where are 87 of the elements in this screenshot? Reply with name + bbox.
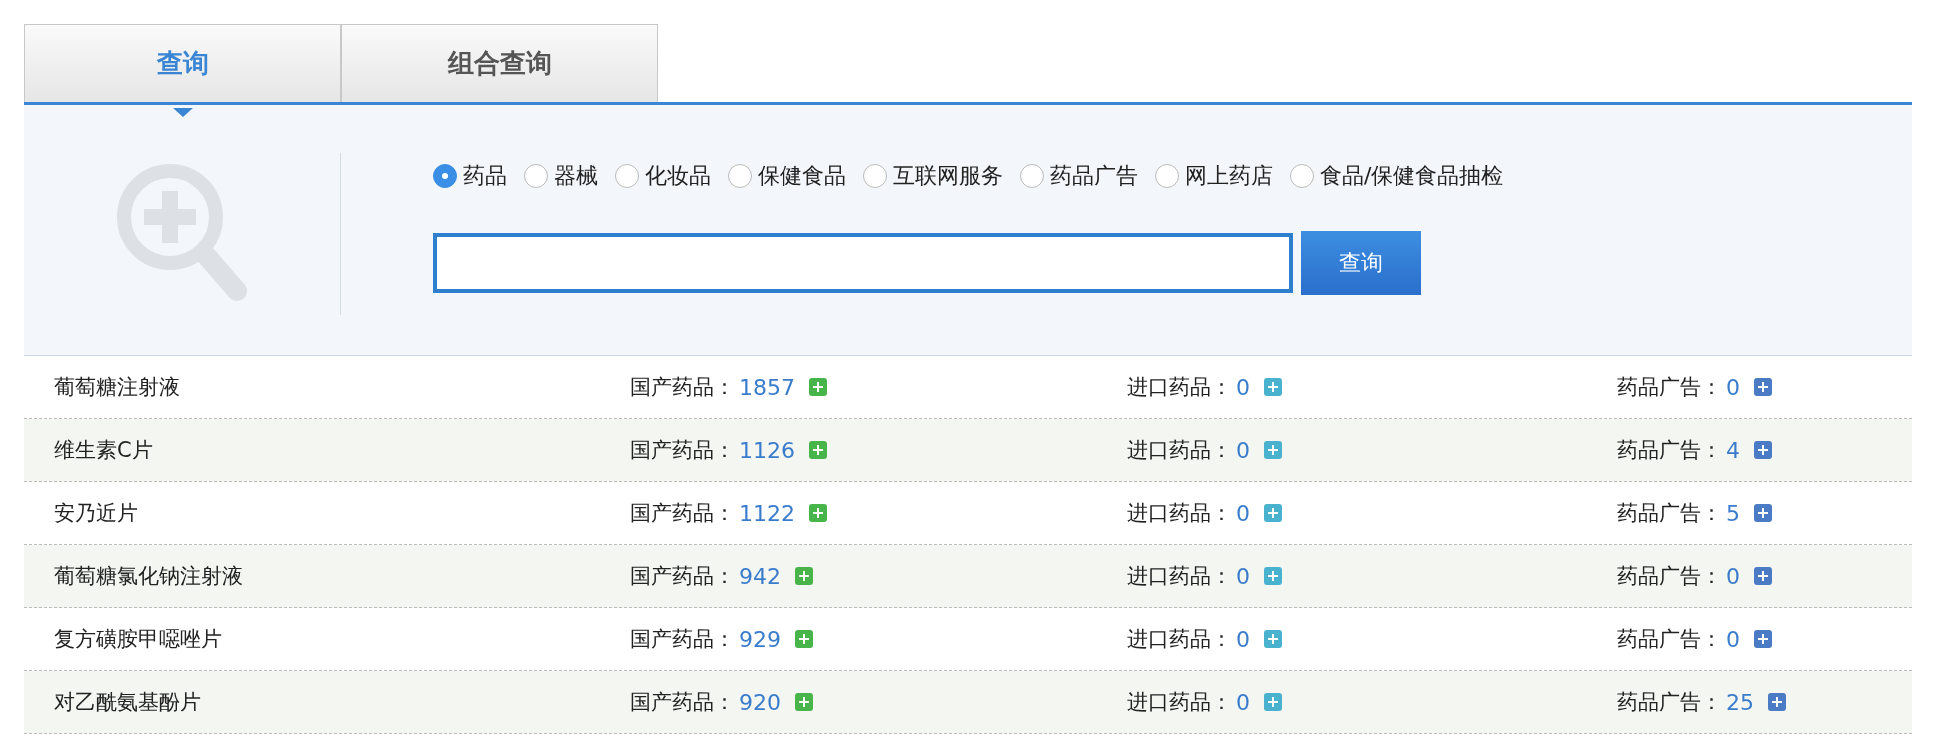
plus-icon[interactable] [795, 693, 813, 711]
radio-button[interactable] [1155, 164, 1179, 188]
radio-button[interactable] [728, 164, 752, 188]
drug-name: 对乙酰氨基酚片 [54, 689, 202, 716]
plus-icon[interactable] [1754, 504, 1772, 522]
plus-icon[interactable] [1264, 441, 1282, 459]
category-radio[interactable]: 药品 [433, 161, 507, 191]
category-radio[interactable]: 网上药店 [1155, 161, 1273, 191]
category-radio[interactable]: 互联网服务 [863, 161, 1003, 191]
ad-label: 药品广告： [1617, 689, 1722, 716]
radio-label: 化妆品 [645, 162, 711, 190]
radio-button[interactable] [524, 164, 548, 188]
domestic-count[interactable]: 920 [739, 689, 781, 715]
domestic-label: 国产药品： [630, 500, 735, 527]
plus-icon[interactable] [1754, 378, 1772, 396]
plus-icon[interactable] [1264, 693, 1282, 711]
plus-icon[interactable] [1264, 567, 1282, 585]
import-count[interactable]: 0 [1236, 563, 1250, 589]
ad-count[interactable]: 0 [1726, 626, 1740, 652]
import-label: 进口药品： [1127, 563, 1232, 590]
radio-label: 网上药店 [1185, 162, 1273, 190]
plus-icon[interactable] [809, 378, 827, 396]
drug-name: 安乃近片 [54, 500, 139, 527]
ad-label: 药品广告： [1617, 626, 1722, 653]
plus-icon[interactable] [1264, 504, 1282, 522]
import-label: 进口药品： [1127, 437, 1232, 464]
search-field[interactable] [433, 233, 1293, 293]
import-label: 进口药品： [1127, 689, 1232, 716]
plus-icon[interactable] [1754, 441, 1772, 459]
import-count[interactable]: 0 [1236, 626, 1250, 652]
import-label: 进口药品： [1127, 500, 1232, 527]
drug-name: 维生素C片 [54, 437, 154, 464]
plus-icon[interactable] [809, 441, 827, 459]
plus-icon[interactable] [795, 630, 813, 648]
radio-label: 药品广告 [1050, 162, 1138, 190]
ad-label: 药品广告： [1617, 563, 1722, 590]
domestic-label: 国产药品： [630, 374, 735, 401]
plus-icon[interactable] [795, 567, 813, 585]
radio-label: 互联网服务 [893, 162, 1003, 190]
ad-count[interactable]: 25 [1726, 689, 1754, 715]
ad-count[interactable]: 0 [1726, 374, 1740, 400]
import-count[interactable]: 0 [1236, 500, 1250, 526]
ad-count[interactable]: 4 [1726, 437, 1740, 463]
plus-icon[interactable] [1754, 567, 1772, 585]
domestic-count[interactable]: 929 [739, 626, 781, 652]
radio-button[interactable] [615, 164, 639, 188]
ad-label: 药品广告： [1617, 500, 1722, 527]
radio-label: 保健食品 [758, 162, 846, 190]
ad-count[interactable]: 5 [1726, 500, 1740, 526]
domestic-count[interactable]: 1126 [739, 437, 795, 463]
import-label: 进口药品： [1127, 626, 1232, 653]
plus-icon[interactable] [1754, 630, 1772, 648]
domestic-label: 国产药品： [630, 563, 735, 590]
ad-count[interactable]: 0 [1726, 563, 1740, 589]
category-radio[interactable]: 食品/保健食品抽检 [1290, 161, 1504, 191]
import-count[interactable]: 0 [1236, 374, 1250, 400]
radio-button[interactable] [1020, 164, 1044, 188]
radio-button[interactable] [863, 164, 887, 188]
domestic-label: 国产药品： [630, 437, 735, 464]
category-radio[interactable]: 化妆品 [615, 161, 711, 191]
plus-icon[interactable] [1264, 630, 1282, 648]
domestic-label: 国产药品： [630, 689, 735, 716]
radio-label: 食品/保健食品抽检 [1320, 162, 1504, 190]
category-radio[interactable]: 药品广告 [1020, 161, 1138, 191]
plus-icon[interactable] [809, 504, 827, 522]
plus-icon[interactable] [1264, 378, 1282, 396]
category-radio[interactable]: 保健食品 [728, 161, 846, 191]
ad-label: 药品广告： [1617, 374, 1722, 401]
plus-icon[interactable] [1768, 693, 1786, 711]
domestic-count[interactable]: 1857 [739, 374, 795, 400]
import-label: 进口药品： [1127, 374, 1232, 401]
domestic-label: 国产药品： [630, 626, 735, 653]
drug-name: 葡萄糖注射液 [54, 374, 181, 401]
search-button[interactable]: 查询 [1301, 231, 1421, 295]
radio-button[interactable] [433, 164, 457, 188]
domestic-count[interactable]: 942 [739, 563, 781, 589]
category-radio[interactable]: 器械 [524, 161, 598, 191]
import-count[interactable]: 0 [1236, 437, 1250, 463]
drug-name: 葡萄糖氯化钠注射液 [54, 563, 244, 590]
import-count[interactable]: 0 [1236, 689, 1250, 715]
domestic-count[interactable]: 1122 [739, 500, 795, 526]
radio-button[interactable] [1290, 164, 1314, 188]
radio-label: 药品 [463, 162, 507, 190]
ad-label: 药品广告： [1617, 437, 1722, 464]
radio-label: 器械 [554, 162, 598, 190]
drug-name: 复方磺胺甲噁唑片 [54, 626, 223, 653]
tab[interactable]: 组合查询 [341, 24, 658, 102]
